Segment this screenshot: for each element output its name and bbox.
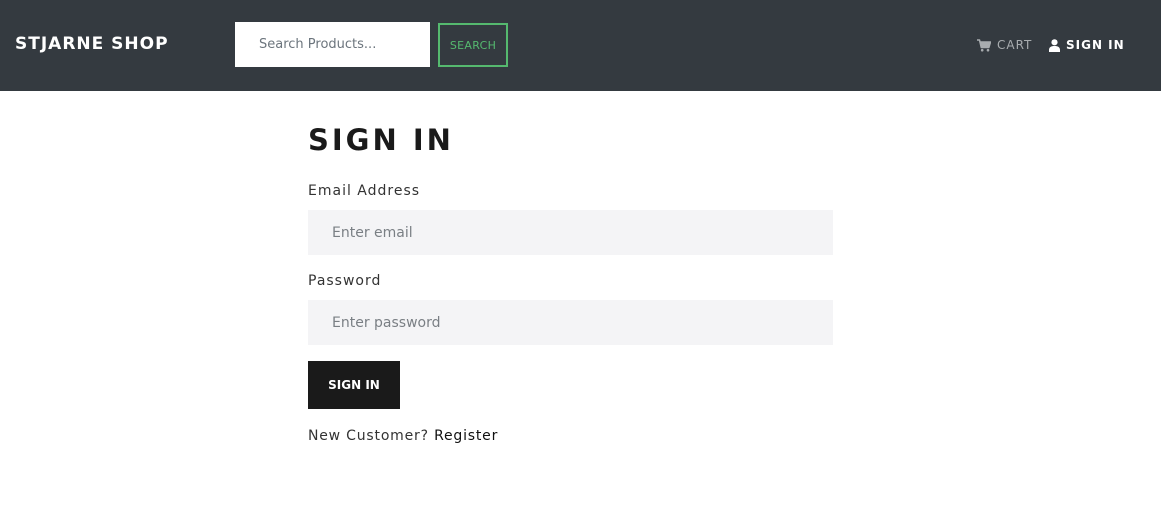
cart-label: CART [997, 38, 1033, 52]
signin-nav-label: SIGN IN [1066, 38, 1125, 52]
search-input[interactable] [235, 22, 430, 67]
email-label: Email Address [308, 183, 421, 199]
register-link[interactable]: Register [434, 428, 498, 444]
password-label: Password [308, 273, 382, 289]
password-field[interactable] [308, 300, 833, 345]
signin-submit-button[interactable]: SIGN IN [308, 361, 400, 409]
shopping-cart-icon [977, 38, 991, 52]
email-field[interactable] [308, 210, 833, 255]
navbar: STJARNE SHOP SEARCH CART SIGN IN [0, 0, 1161, 91]
new-customer-text: New Customer? [308, 428, 435, 444]
cart-link[interactable]: CART [977, 37, 1032, 53]
user-icon [1049, 38, 1060, 52]
register-prompt: New Customer? Register [308, 427, 498, 445]
page-title: SIGN IN [308, 123, 454, 157]
signin-nav-link[interactable]: SIGN IN [1049, 37, 1125, 53]
search-button[interactable]: SEARCH [438, 23, 508, 67]
brand-logo-link[interactable]: STJARNE SHOP [15, 33, 169, 55]
